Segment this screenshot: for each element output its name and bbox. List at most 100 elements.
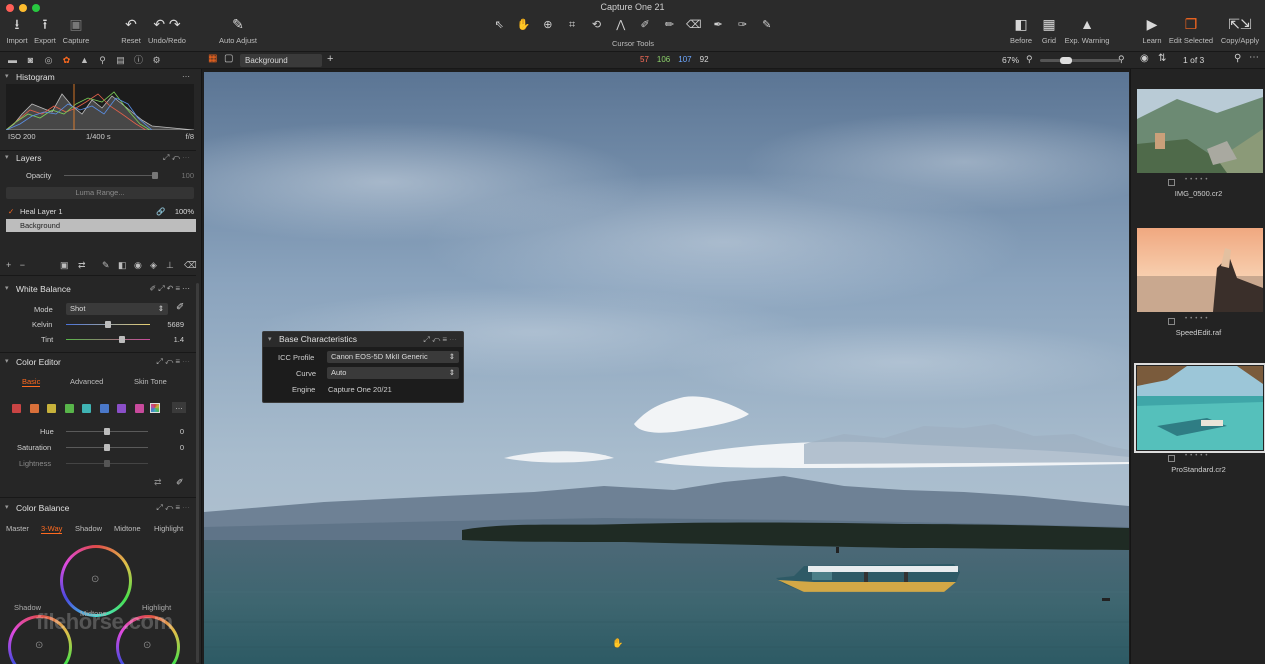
white-balance-header[interactable]: ▾ White Balance ✐⤢↶≡⋯ [0, 282, 196, 296]
all-colors-icon[interactable] [150, 403, 160, 413]
picker-icon[interactable]: ✐ [176, 477, 184, 488]
thumbnail-checkbox[interactable] [1168, 318, 1175, 325]
color-tab-icon[interactable]: ✿ [60, 54, 73, 67]
more-icon[interactable]: ⋯ [1249, 52, 1259, 63]
metadata-tab-icon[interactable]: ⓘ [132, 54, 145, 67]
tab-master[interactable]: Master [6, 524, 29, 533]
eye-icon[interactable]: ◉ [1140, 53, 1149, 64]
color-mask-icon[interactable]: ◈ [150, 260, 157, 271]
reset-icon[interactable]: ⇄ [154, 477, 162, 488]
thumbnail-checkbox[interactable] [1168, 179, 1175, 186]
wheel-center-icon[interactable]: ⊙ [91, 574, 99, 585]
tab-highlight[interactable]: Highlight [154, 524, 183, 533]
tint-slider-knob[interactable] [119, 336, 126, 343]
more-colors-button[interactable]: … [172, 402, 186, 413]
picker-icon[interactable]: ✐ [176, 302, 184, 313]
remove-layer-icon[interactable]: − [20, 260, 25, 270]
zoom-out-icon[interactable]: ⚲ [1026, 54, 1033, 65]
histogram-header[interactable]: ▾ Histogram ⋯ [0, 70, 196, 84]
tint-slider[interactable] [66, 336, 150, 343]
layer-heal-layer-1[interactable]: ✓ Heal Layer 1 🔗 100% [6, 205, 196, 218]
rating-dots[interactable]: ••••• [1185, 316, 1211, 322]
panel-scrollbar[interactable] [196, 283, 199, 663]
undo-redo-button[interactable]: ↶ ↷ Undo/Redo [146, 14, 188, 45]
hue-slider[interactable] [66, 428, 148, 435]
saturation-slider[interactable] [66, 444, 148, 451]
select-cursor-icon[interactable]: ⇖ [488, 14, 510, 36]
zoom-slider[interactable] [1040, 57, 1120, 64]
rating-dots[interactable]: ••••• [1185, 453, 1211, 459]
color-editor-header[interactable]: ▾ Color Editor ⤢↶≡⋯ [0, 355, 196, 369]
library-tab-icon[interactable]: ▬ [6, 54, 19, 67]
copy-apply-button[interactable]: ⇱⇲ Copy/Apply [1218, 14, 1262, 45]
import-button[interactable]: ⭳ Import [4, 14, 30, 45]
thumbnail-prostandard[interactable] [1134, 363, 1265, 453]
keystone-cursor-icon[interactable]: ⋀ [610, 14, 632, 36]
wheel-center-icon[interactable]: ⊙ [143, 640, 151, 651]
add-layer-icon[interactable]: + [327, 53, 333, 65]
color-swatch[interactable] [134, 404, 144, 413]
tab-basic[interactable]: Basic [22, 377, 41, 387]
reset-button[interactable]: ↶ Reset [118, 14, 144, 45]
rating-dots[interactable]: ••••• [1185, 177, 1211, 183]
base-characteristics-header[interactable]: ▾ Base Characteristics ⤢↶≡⋯ [263, 332, 463, 347]
eraser-cursor-icon[interactable]: ⌫ [683, 14, 705, 36]
eraser-icon[interactable]: ⌫ [184, 260, 197, 271]
more-icon[interactable]: ⋯ [182, 70, 192, 84]
mask-icon[interactable]: ▣ [60, 260, 69, 271]
layers-actions-icon[interactable]: ⤢↶⋯ [163, 151, 192, 165]
panel-actions-icon[interactable]: ⤢↶≡⋯ [423, 332, 459, 347]
lightness-slider[interactable] [66, 460, 148, 467]
opacity-slider[interactable] [64, 172, 158, 179]
color-swatch[interactable] [99, 404, 109, 413]
hue-slider-knob[interactable] [104, 428, 110, 435]
gradient-cursor-icon[interactable]: ✒ [707, 14, 729, 36]
kelvin-slider-knob[interactable] [105, 321, 111, 328]
edit-selected-button[interactable]: ❐ Edit Selected [1166, 14, 1216, 45]
color-balance-actions-icon[interactable]: ⤢↶≡⋯ [156, 501, 192, 515]
saturation-slider-knob[interactable] [104, 444, 110, 451]
radial-icon[interactable]: ◉ [134, 260, 142, 271]
color-swatch[interactable] [47, 404, 56, 413]
export-button[interactable]: ⭱ Export [32, 14, 58, 45]
color-swatch[interactable] [82, 404, 91, 413]
pan-cursor-icon[interactable]: ✋ [512, 14, 534, 36]
add-layer-icon[interactable]: + [6, 260, 11, 270]
exposure-tab-icon[interactable]: ▲ [78, 54, 91, 67]
thumbnail-img-0500[interactable] [1137, 89, 1263, 173]
tab-3-way[interactable]: 3-Way [41, 524, 63, 534]
wheel-center-icon[interactable]: ⊙ [35, 640, 43, 651]
luma-range-button[interactable]: Luma Range... [6, 187, 194, 199]
layer-selector[interactable]: Background [240, 54, 322, 67]
color-swatch[interactable] [64, 404, 74, 413]
crop-cursor-icon[interactable]: ⌗ [561, 14, 583, 36]
color-balance-header[interactable]: ▾ Color Balance ⤢↶≡⋯ [0, 501, 196, 515]
curve-select[interactable]: Auto ⇕ [327, 367, 459, 379]
picker-cursor-icon[interactable]: ✐ [634, 14, 656, 36]
grid-button[interactable]: ▦ Grid [1038, 14, 1060, 45]
midtone-color-wheel[interactable]: ⊙ [60, 545, 132, 617]
base-characteristics-panel[interactable]: ▾ Base Characteristics ⤢↶≡⋯ ICC Profile … [262, 331, 464, 403]
color-swatch[interactable] [29, 404, 39, 413]
white-balance-actions-icon[interactable]: ✐⤢↶≡⋯ [150, 282, 192, 296]
brush-cursor-icon[interactable]: ✏ [658, 14, 680, 36]
auto-adjust-button[interactable]: ✎ Auto Adjust [216, 14, 260, 45]
annotate-cursor-icon[interactable]: ✎ [756, 14, 778, 36]
stamp-icon[interactable]: ⊥ [166, 260, 174, 271]
capture-tab-icon[interactable]: ◙ [24, 54, 37, 67]
tab-midtone[interactable]: Midtone [114, 524, 141, 533]
color-swatch[interactable] [12, 404, 21, 413]
tab-skin-tone[interactable]: Skin Tone [134, 377, 167, 386]
thumbnail-speededit[interactable] [1137, 228, 1263, 312]
zoom-cursor-icon[interactable]: ⊕ [537, 14, 559, 36]
learn-button[interactable]: ▶ Learn [1140, 14, 1164, 45]
icc-profile-select[interactable]: Canon EOS-5D MkII Generic ⇕ [327, 351, 459, 363]
exposure-warning-button[interactable]: ▲ Exp. Warning [1062, 14, 1112, 45]
tab-shadow[interactable]: Shadow [75, 524, 102, 533]
zoom-slider-thumb[interactable] [1060, 57, 1072, 64]
single-view-icon[interactable]: ▢ [224, 53, 233, 64]
thumbnail-checkbox[interactable] [1168, 455, 1175, 462]
settings-tab-icon[interactable]: ⚙ [150, 54, 163, 67]
sort-icon[interactable]: ⇅ [1158, 53, 1166, 64]
layer-background[interactable]: Background [6, 219, 196, 232]
